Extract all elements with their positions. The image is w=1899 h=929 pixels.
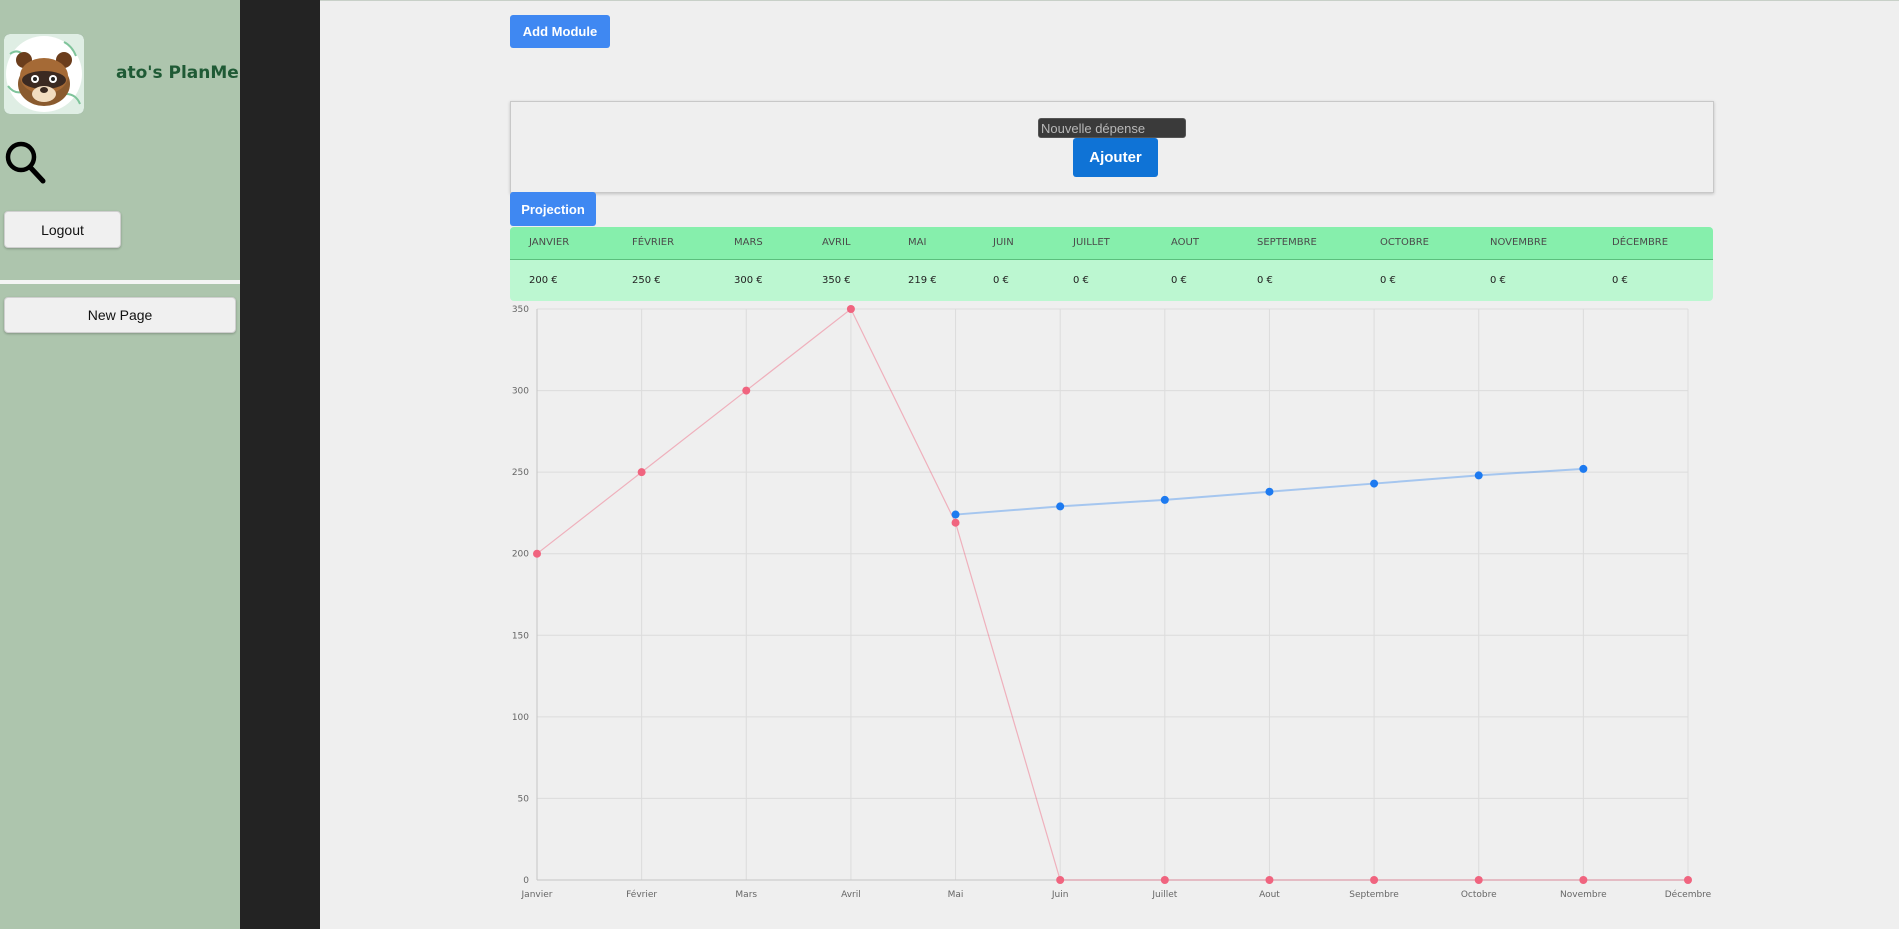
data-point — [1474, 471, 1483, 480]
month-header: JUIN — [993, 237, 1014, 248]
data-point — [1265, 876, 1274, 884]
month-table: JANVIER FÉVRIER MARS AVRIL MAI JUIN JUILLET AOU… — [510, 227, 1713, 301]
month-value: 0 € — [1490, 275, 1506, 286]
dark-panel — [240, 0, 320, 929]
expense-form-card: Ajouter — [510, 101, 1714, 193]
month-header: AVRIL — [822, 237, 851, 248]
x-tick-label: Septembre — [1349, 890, 1399, 900]
new-page-button[interactable]: New Page — [4, 297, 236, 333]
data-point — [1370, 876, 1379, 884]
y-tick-label: 50 — [518, 794, 530, 804]
x-tick-label: Décembre — [1665, 889, 1712, 900]
y-tick-label: 350 — [512, 305, 529, 315]
month-header: NOVEMBRE — [1490, 237, 1548, 248]
x-tick-label: Juin — [1051, 890, 1069, 900]
month-value: 219 € — [908, 275, 937, 286]
app-title: ato's PlanMe — [116, 63, 239, 83]
data-point — [1370, 479, 1379, 488]
projection-button[interactable]: Projection — [510, 192, 596, 226]
data-point — [1579, 464, 1588, 473]
month-value: 0 € — [1380, 275, 1396, 286]
x-tick-label: Mars — [735, 890, 757, 900]
month-header: MARS — [734, 237, 763, 248]
data-point — [637, 468, 646, 477]
month-value: 0 € — [1257, 275, 1273, 286]
month-header: AOUT — [1171, 237, 1199, 248]
month-header: MAI — [908, 237, 927, 248]
series-line — [536, 308, 1688, 881]
month-header: SEPTEMBRE — [1257, 237, 1317, 248]
x-tick-label: Janvier — [521, 890, 553, 900]
y-tick-label: 150 — [512, 631, 529, 641]
month-value: 250 € — [632, 275, 661, 286]
x-tick-label: Juillet — [1151, 890, 1177, 900]
x-tick-label: Novembre — [1560, 890, 1607, 900]
expense-chart: 0 50 100 150 200 250 300 350 Janvier Février Mars A… — [512, 305, 1712, 900]
sidebar-divider — [0, 280, 240, 284]
data-point — [1579, 876, 1588, 884]
data-point — [742, 386, 751, 395]
x-tick-label: Avril — [841, 890, 861, 900]
month-header: OCTOBRE — [1380, 237, 1429, 248]
data-point — [1684, 876, 1692, 884]
expense-input[interactable] — [1038, 118, 1186, 138]
data-point — [951, 518, 960, 527]
data-point — [1160, 876, 1169, 884]
x-tick-label: Mai — [948, 890, 964, 900]
data-point — [1056, 876, 1065, 884]
month-value: 200 € — [529, 275, 558, 286]
data-point — [1474, 876, 1483, 884]
month-value: 0 € — [1171, 275, 1187, 286]
month-header: JUILLET — [1073, 237, 1110, 248]
data-point — [533, 549, 541, 558]
y-tick-label: 100 — [512, 713, 529, 723]
month-header: JANVIER — [529, 237, 570, 248]
search-icon[interactable] — [4, 140, 46, 184]
month-value: 0 € — [1612, 275, 1628, 286]
month-value: 0 € — [993, 275, 1009, 286]
y-tick-label: 200 — [512, 550, 529, 560]
y-tick-label: 0 — [523, 876, 529, 886]
add-module-button[interactable]: Add Module — [510, 15, 610, 48]
logout-button[interactable]: Logout — [4, 211, 121, 248]
x-tick-label: Février — [626, 889, 657, 900]
y-tick-label: 250 — [512, 468, 529, 478]
data-point — [951, 510, 960, 519]
month-header: DÉCEMBRE — [1612, 237, 1669, 248]
top-border — [320, 0, 1899, 1]
month-header: FÉVRIER — [632, 237, 675, 248]
y-tick-label: 300 — [512, 387, 529, 397]
month-value: 0 € — [1073, 275, 1089, 286]
avatar — [4, 34, 84, 114]
data-point — [1265, 487, 1274, 496]
data-point — [846, 305, 855, 313]
x-tick-label: Octobre — [1461, 890, 1497, 900]
month-value: 300 € — [734, 275, 763, 286]
data-point — [1160, 495, 1169, 504]
month-value: 350 € — [822, 275, 851, 286]
add-expense-button[interactable]: Ajouter — [1073, 138, 1158, 177]
sidebar: ato's PlanMe Logout New Page — [0, 0, 240, 929]
x-tick-label: Aout — [1259, 890, 1280, 900]
data-point — [1056, 502, 1065, 511]
